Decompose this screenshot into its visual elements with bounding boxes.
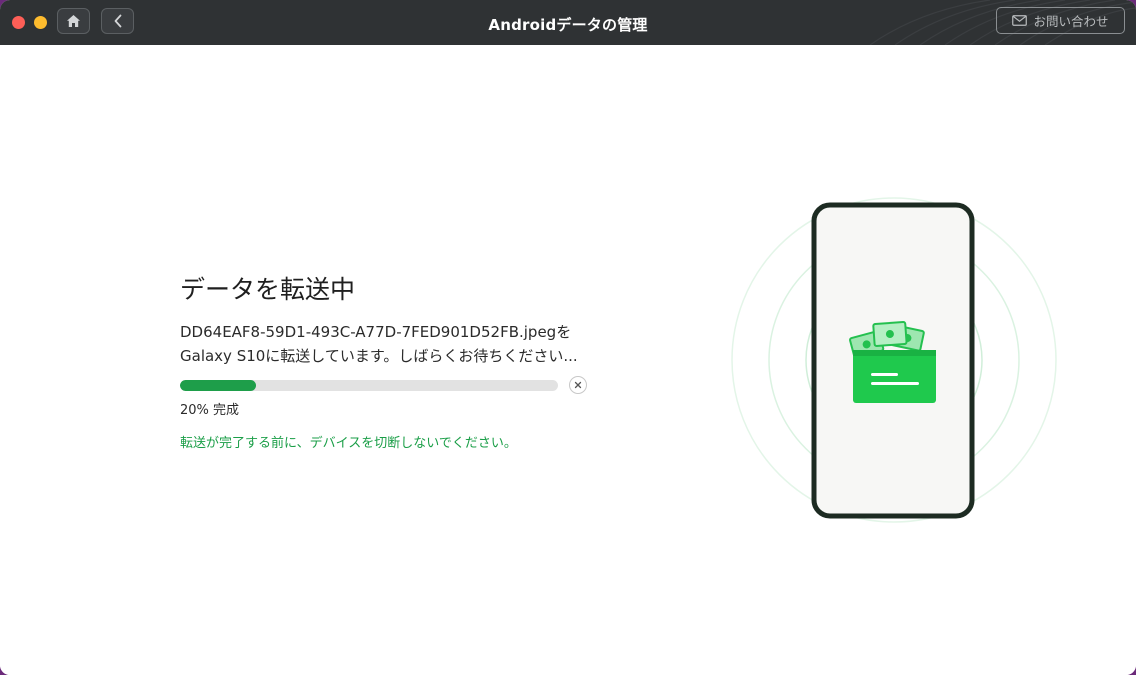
progress-label: 20% 完成 bbox=[180, 403, 240, 418]
progress-bar bbox=[180, 380, 558, 391]
transfer-message: DD64EAF8-59D1-493C-A77D-7FED901D52FB.jpe… bbox=[180, 320, 620, 368]
transfer-message-line1: DD64EAF8-59D1-493C-A77D-7FED901D52FB.jpe… bbox=[180, 323, 572, 341]
warning-text: 転送が完了する前に、デバイスを切断しないでください。 bbox=[180, 436, 517, 451]
phone-wallet-icon bbox=[731, 197, 1057, 523]
page-title: データを転送中 bbox=[180, 275, 356, 304]
contact-us-label: お問い合わせ bbox=[1033, 14, 1109, 29]
transfer-message-line2: Galaxy S10に転送しています。しばらくお待ちください... bbox=[180, 347, 578, 365]
app-window: Androidデータの管理 お問い合わせ データを転送中 DD64EAF8-59… bbox=[0, 0, 1136, 675]
cancel-transfer-button[interactable] bbox=[569, 376, 587, 394]
mail-icon bbox=[1012, 15, 1028, 26]
close-icon bbox=[574, 381, 582, 389]
contact-us-button[interactable]: お問い合わせ bbox=[996, 7, 1125, 34]
main-content: データを転送中 DD64EAF8-59D1-493C-A77D-7FED901D… bbox=[0, 45, 1136, 675]
title-bar: Androidデータの管理 お問い合わせ bbox=[0, 0, 1136, 45]
window-title: Androidデータの管理 bbox=[488, 16, 648, 34]
progress-bar-fill bbox=[180, 380, 256, 391]
